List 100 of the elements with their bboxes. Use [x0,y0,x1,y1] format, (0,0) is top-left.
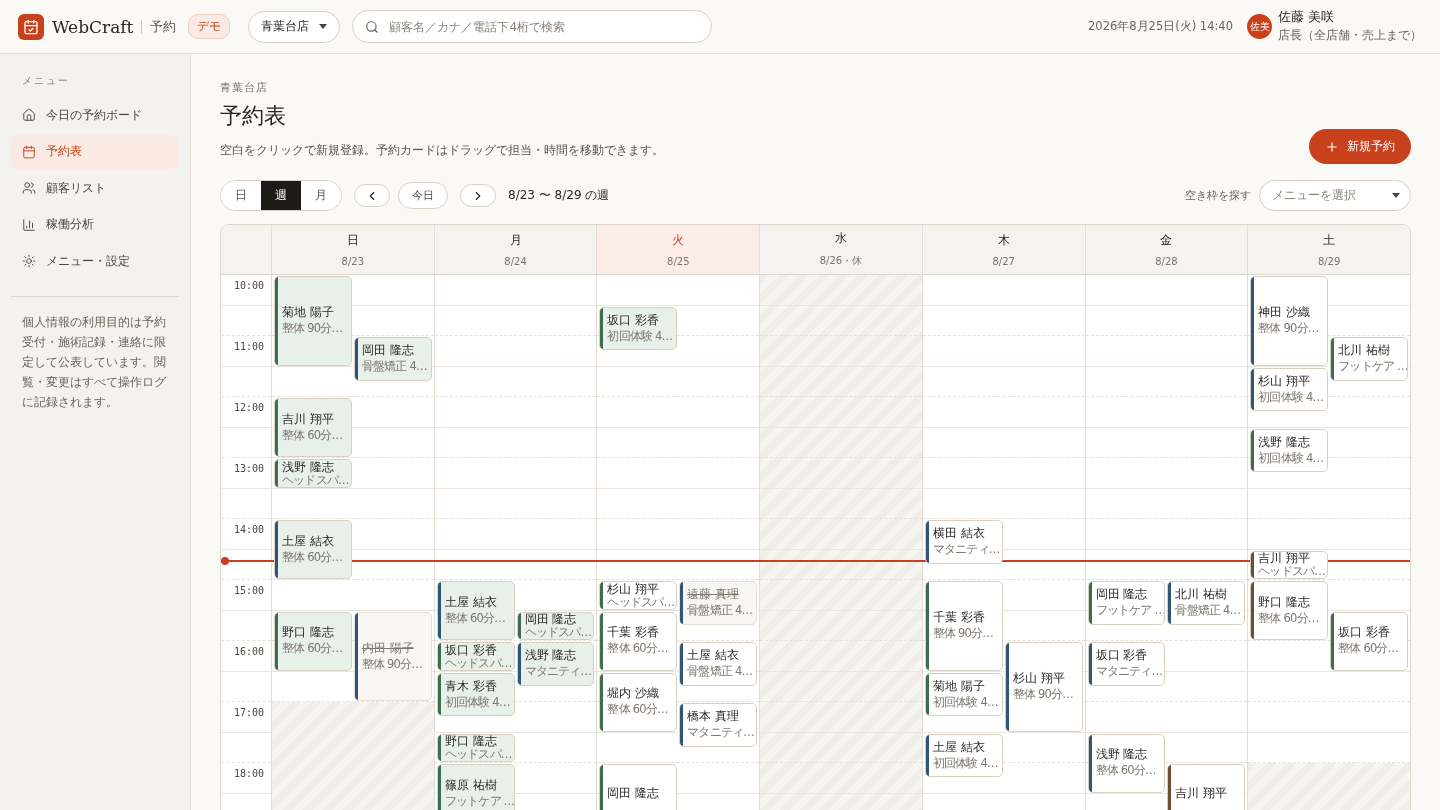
customer-name: 坂口 彩香 [1095,649,1149,664]
caret-icon [1392,193,1400,198]
sidebar-item[interactable]: 予約表 [11,134,179,169]
customer-name: 土屋 結衣 [444,596,498,610]
booking-card[interactable]: 土屋 結衣 初回体験 4… [924,733,1003,778]
booking-card[interactable]: 野口 隆志 整体 60分… [1250,581,1329,640]
booking-card[interactable]: 篠原 祐樹 フットケア … [436,764,515,810]
booking-card[interactable]: 浅野 隆志 整体 60分… [1087,733,1166,793]
search-field[interactable]: 顧客名／カナ／電話下4桁で検索 [352,10,713,43]
booking-card[interactable]: 北川 祐樹 フットケア … [1330,337,1408,381]
today-button[interactable]: 今日 [398,182,448,209]
time-label: 16:00 [233,646,264,657]
menu-name: 初回体験 4… [444,695,511,709]
customer-name: 吉川 翔平 [1175,786,1229,801]
brand-name: WebCraft [52,16,134,37]
booking-card[interactable]: 吉川 翔平 整体 60分… [274,398,352,457]
booking-card[interactable]: 浅野 隆志 マタニティ… [516,642,595,686]
logo-icon [18,13,44,40]
menu-name: 骨盤矯正 4… [687,604,754,618]
booking-card[interactable]: 遠藤 真理 骨盤矯正 4… [679,581,758,625]
menu-name: 整体 90分… [932,627,995,641]
menu-select[interactable]: メニューを選択 [1259,180,1411,211]
customer-name: 岡田 隆志 [607,786,661,801]
booking-card[interactable]: 杉山 翔平 初回体験 4… [1250,367,1329,412]
booking-card[interactable]: 岡田 隆志 ヘッドスパ… [516,611,595,640]
bar-chart-icon [22,217,36,232]
new-booking-button[interactable]: 新規予約 [1309,129,1411,164]
view-tab[interactable]: 週 [261,181,301,210]
plus-icon [1325,139,1339,154]
booking-card[interactable]: 浅野 隆志 初回体験 4… [1250,428,1329,473]
caret-icon [319,24,328,29]
booking-card[interactable]: 千葉 彩香 整体 90分… [924,581,1003,671]
customer-name: 内田 陽子 [361,641,415,656]
booking-card[interactable]: 横田 結衣 マタニティ… [924,520,1003,564]
time-label: 17:00 [233,707,264,718]
sidebar-item[interactable]: メニュー・設定 [11,244,179,279]
booking-card[interactable]: 岡田 隆志 フットケア … [1087,581,1166,625]
time-label: 18:00 [233,768,264,779]
menu-name: 初回体験 4… [1258,451,1325,465]
menu-name: ヘッドスパ… [1258,566,1326,578]
menu-name: 整体 60分… [282,428,344,442]
customer-name: 浅野 隆志 [282,460,335,473]
booking-card[interactable]: 吉川 翔平 ヘッドスパ… [1250,550,1329,579]
store-select[interactable]: 青葉台店 [248,10,341,43]
booking-card[interactable]: 坂口 彩香 ヘッドスパ… [436,642,515,671]
customer-name: 吉川 翔平 [282,413,335,427]
booking-card[interactable]: 神田 沙織 整体 90分… [1250,276,1329,366]
booking-card[interactable]: 杉山 翔平 ヘッドスパ… [599,581,678,610]
booking-card[interactable]: 青木 彩香 初回体験 4… [436,672,515,717]
search-icon [365,19,380,34]
booking-card[interactable]: 土屋 結衣 整体 60分… [436,581,515,640]
sun-icon [22,254,36,269]
booking-card[interactable]: 内田 陽子 整体 90分… [353,611,432,701]
search-input[interactable]: 顧客名／カナ／電話下4桁で検索 [387,18,700,35]
booking-card[interactable]: 浅野 隆志 ヘッドスパ… [274,459,352,488]
user-avatar: 佐美 [1247,14,1272,39]
menu-name: ヘッドスパ… [444,657,513,669]
day-name: 火 [672,232,685,248]
sidebar-item[interactable]: 顧客リスト [11,171,179,206]
booking-card[interactable]: 岡田 隆志 骨盤矯正 4… [353,337,432,381]
menu-name: 整体 90分… [361,657,424,671]
booking-card[interactable]: 土屋 結衣 骨盤矯正 4… [679,642,758,686]
customer-name: 坂口 彩香 [607,313,661,328]
customer-name: 遠藤 真理 [687,588,741,603]
demo-badge: デモ [188,14,231,39]
booking-card[interactable]: 坂口 彩香 マタニティ… [1087,642,1166,686]
booking-card[interactable]: 坂口 彩香 初回体験 4… [599,306,678,351]
day-date: 8/28 [1155,255,1178,267]
calendar-icon [22,144,36,159]
booking-card[interactable]: 杉山 翔平 整体 90分… [1004,642,1083,732]
booking-card[interactable]: 橋本 真理 マタニティ… [679,703,758,747]
sidebar-item[interactable]: 今日の予約ボード [11,98,179,132]
booking-card[interactable]: 岡田 隆志 [599,764,678,810]
menu-name: フットケア … [444,794,513,808]
previous-button[interactable] [354,184,390,207]
booking-card[interactable]: 野口 隆志 ヘッドスパ… [436,733,515,762]
menu-heading: メニュー [21,74,71,88]
booking-card[interactable]: 土屋 結衣 整体 60分… [274,520,352,579]
booking-card[interactable]: 吉川 翔平 [1167,764,1246,810]
menu-name: ヘッドスパ… [444,749,513,761]
menu-name: 整体 60分… [1258,611,1320,625]
booking-card[interactable]: 菊地 陽子 初回体験 4… [924,672,1003,717]
customer-name: 菊地 陽子 [282,306,335,321]
booking-card[interactable]: 堀内 沙織 整体 60分… [599,672,678,732]
booking-card[interactable]: 北川 祐樹 骨盤矯正 4… [1167,581,1246,625]
customer-name: 岡田 隆志 [1095,588,1149,603]
customer-name: 杉山 翔平 [607,582,661,595]
menu-name: 整体 60分… [1338,642,1400,656]
booking-card[interactable]: 坂口 彩香 整体 60分… [1330,611,1408,671]
sidebar-item[interactable]: 稼働分析 [11,207,179,242]
menu-name: 骨盤矯正 4… [1175,604,1242,618]
menu-name: マタニティ… [687,726,755,740]
booking-card[interactable]: 野口 隆志 整体 60分… [274,611,352,671]
day-date: 8/24 [504,255,527,267]
customer-name: 北川 祐樹 [1338,344,1391,359]
menu-name: マタニティ… [1095,665,1164,679]
menu-name: 整体 60分… [607,642,669,656]
booking-card[interactable]: 千葉 彩香 整体 60分… [599,611,678,671]
next-button[interactable] [460,184,496,207]
booking-card[interactable]: 菊地 陽子 整体 90分… [274,276,352,366]
